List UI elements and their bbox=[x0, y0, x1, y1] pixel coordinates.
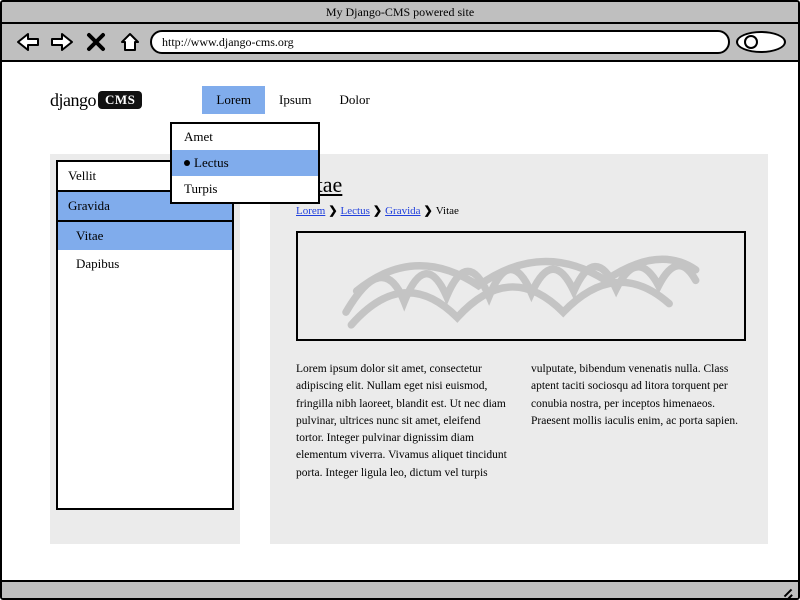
browser-toolbar: http://www.django-cms.org bbox=[2, 24, 798, 62]
sidebar-panel: Vellit Gravida Vitae Dapibus bbox=[56, 160, 234, 510]
scribble-icon bbox=[309, 238, 733, 333]
breadcrumb-lectus[interactable]: Lectus bbox=[341, 205, 370, 217]
page-content: django CMS Lorem Ipsum Dolor Amet Lectus… bbox=[2, 62, 798, 580]
breadcrumb-gravida[interactable]: Gravida bbox=[385, 205, 420, 217]
url-input[interactable]: http://www.django-cms.org bbox=[150, 30, 730, 54]
back-button[interactable] bbox=[14, 29, 42, 55]
dropdown-item-lectus[interactable]: Lectus bbox=[172, 150, 318, 176]
nav-tab-dolor[interactable]: Dolor bbox=[326, 86, 384, 114]
logo-text: django bbox=[50, 90, 96, 111]
sidebar-empty bbox=[58, 278, 232, 508]
dropdown-item-turpis[interactable]: Turpis bbox=[172, 176, 318, 202]
search-button[interactable] bbox=[736, 31, 786, 53]
bullet-icon bbox=[184, 160, 190, 166]
stop-button[interactable] bbox=[82, 29, 110, 55]
nav-tab-ipsum[interactable]: Ipsum bbox=[265, 86, 326, 114]
body-text-columns: Lorem ipsum dolor sit amet, consectetur … bbox=[296, 361, 746, 482]
hero-image-placeholder bbox=[296, 231, 746, 341]
chevron-right-icon: ❯ bbox=[424, 205, 433, 217]
resize-grip-icon[interactable] bbox=[778, 583, 792, 597]
body-col-1: Lorem ipsum dolor sit amet, consectetur … bbox=[296, 361, 511, 482]
chevron-right-icon: ❯ bbox=[373, 205, 382, 217]
url-text: http://www.django-cms.org bbox=[162, 35, 294, 50]
breadcrumb: Lorem❯Lectus❯Gravida❯Vitae bbox=[296, 204, 746, 217]
sidebar-item-dapibus[interactable]: Dapibus bbox=[58, 250, 232, 278]
nav-tab-lorem[interactable]: Lorem bbox=[202, 86, 265, 114]
status-bar bbox=[2, 580, 798, 598]
home-button[interactable] bbox=[116, 29, 144, 55]
chevron-right-icon: ❯ bbox=[328, 205, 337, 217]
top-nav: Lorem Ipsum Dolor bbox=[202, 86, 384, 114]
nav-dropdown: Amet Lectus Turpis bbox=[170, 122, 320, 204]
breadcrumb-lorem[interactable]: Lorem bbox=[296, 205, 325, 217]
forward-button[interactable] bbox=[48, 29, 76, 55]
sidebar: Vellit Gravida Vitae Dapibus bbox=[50, 154, 240, 544]
window-titlebar: My Django-CMS powered site bbox=[2, 2, 798, 24]
browser-window: My Django-CMS powered site http://www.dj… bbox=[0, 0, 800, 600]
page-title: Vitae bbox=[296, 172, 746, 198]
body-col-2: vulputate, bibendum venenatis nulla. Cla… bbox=[531, 361, 746, 482]
window-title: My Django-CMS powered site bbox=[326, 5, 474, 20]
logo-badge: CMS bbox=[98, 91, 142, 109]
dropdown-item-amet[interactable]: Amet bbox=[172, 124, 318, 150]
sidebar-item-vitae[interactable]: Vitae bbox=[58, 222, 232, 250]
site-logo: django CMS bbox=[50, 90, 142, 111]
breadcrumb-current: Vitae bbox=[436, 205, 459, 217]
main-panel: Vitae Lorem❯Lectus❯Gravida❯Vitae Lorem i… bbox=[270, 154, 768, 544]
